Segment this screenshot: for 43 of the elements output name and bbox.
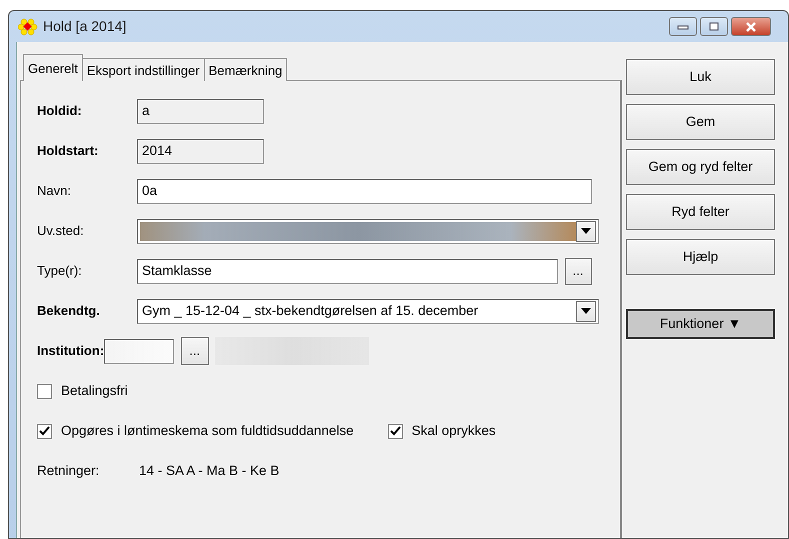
functions-menu-button[interactable]: Funktioner ▼ [626, 309, 775, 339]
field-label: Holdstart: [37, 142, 100, 160]
checkbox[interactable] [37, 384, 52, 398]
field-label: Institution: [37, 342, 104, 360]
retninger-label: Retninger: [37, 462, 100, 480]
field-label: Holdid: [37, 102, 83, 120]
window-title: Hold [a 2014] [43, 17, 126, 36]
action-button[interactable]: Luk [626, 59, 775, 95]
field-label: Bekendtg. [37, 302, 101, 320]
action-button[interactable]: Ryd felter [626, 194, 775, 230]
dropdown-arrow-icon [581, 228, 591, 234]
field-label: Navn: [37, 182, 72, 200]
action-button[interactable]: Gem [626, 104, 775, 140]
close-icon [745, 22, 757, 32]
minimize-icon [676, 24, 688, 30]
tab[interactable]: Generelt [23, 54, 83, 81]
checkbox[interactable] [388, 424, 403, 438]
tab[interactable]: Eksport indstillinger [82, 58, 205, 81]
maximize-icon [708, 22, 719, 31]
tab[interactable]: Bemærkning [204, 58, 288, 81]
minimize-button[interactable] [668, 17, 696, 36]
text-field[interactable]: 0a [137, 178, 592, 204]
checkbox-label: Opgøres i løntimeskema som fuldtidsuddannelse [61, 422, 354, 440]
dropdown-arrow-icon [581, 308, 591, 314]
dropdown-field[interactable]: Gym _ 15-12-04 _ stx-bekendtgørelsen af 15. december [137, 298, 599, 324]
text-field[interactable]: Stamklasse [137, 258, 558, 284]
action-button[interactable]: Gem og ryd felter [626, 149, 775, 185]
text-field[interactable] [104, 338, 174, 364]
browse-button[interactable]: ... [180, 337, 209, 365]
maximize-button[interactable] [700, 17, 728, 36]
checkbox-label: Betalingsfri [61, 382, 128, 400]
checkbox-label: Skal oprykkes [412, 422, 496, 440]
action-button[interactable]: Hjælp [626, 239, 775, 275]
field-label: Uv.sted: [37, 222, 85, 240]
app-icon [18, 18, 38, 36]
dropdown-field[interactable] [137, 218, 599, 244]
close-button[interactable] [731, 17, 771, 36]
readonly-field: a [137, 98, 264, 124]
retninger-value: 14 - SA A - Ma B - Ke B [139, 462, 280, 480]
browse-button[interactable]: ... [564, 258, 592, 284]
readonly-field: 2014 [137, 138, 264, 164]
field-label: Type(r): [37, 262, 83, 280]
checkbox[interactable] [37, 424, 52, 438]
